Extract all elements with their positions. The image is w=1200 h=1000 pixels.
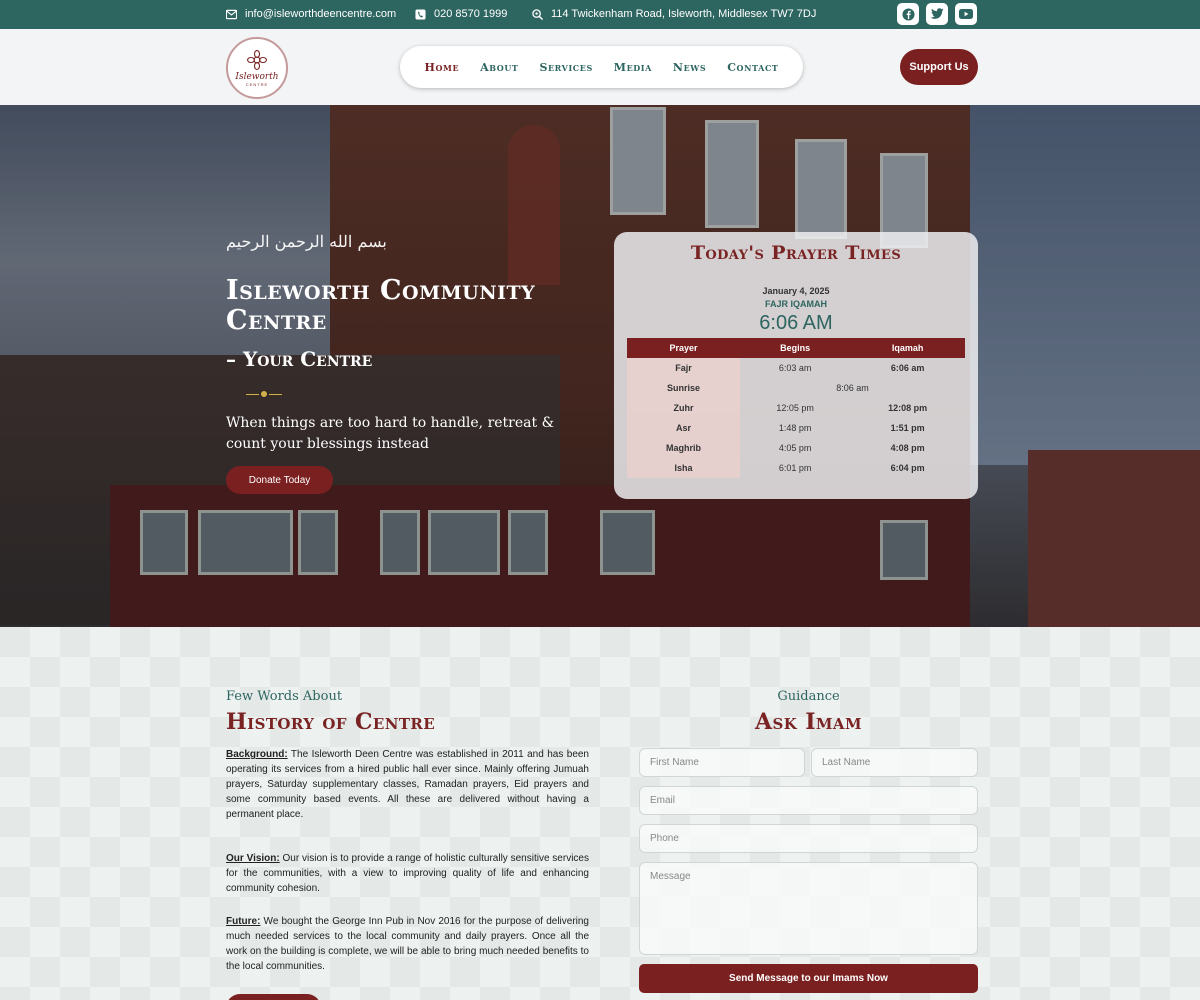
- prayer-name: Maghrib: [627, 438, 740, 458]
- nav-news[interactable]: News: [673, 61, 706, 74]
- nav-services[interactable]: Services: [539, 61, 592, 74]
- prayer-times-table: Prayer Begins Iqamah Fajr 6:03 am 6:06 a…: [627, 338, 965, 478]
- future-label: Future:: [226, 916, 261, 927]
- email-field[interactable]: Email: [639, 786, 978, 815]
- prayer-iqamah: 1:51 pm: [890, 423, 925, 433]
- future-text: We bought the George Inn Pub in Nov 2016…: [226, 916, 589, 972]
- prayer-iqamah: 6:04 pm: [890, 463, 925, 473]
- top-contact-bar: info@isleworthdeencentre.com 020 8570 19…: [0, 0, 1200, 29]
- facebook-icon: [901, 7, 915, 21]
- search-location-icon: [532, 8, 543, 20]
- prayer-begins: 1:48 pm: [778, 423, 812, 433]
- logo-wordmark: Isleworth: [235, 72, 279, 82]
- send-message-button[interactable]: Send Message to our Imams Now: [639, 964, 978, 993]
- prayer-name: Sunrise: [627, 378, 740, 398]
- prayer-begins: 6:03 am: [778, 363, 812, 373]
- envelope-icon: [226, 9, 237, 19]
- prayer-begins: 4:05 pm: [778, 443, 812, 453]
- address-contact[interactable]: 114 Twickenham Road, Isleworth, Middlese…: [532, 8, 816, 20]
- nav-about[interactable]: About: [480, 61, 518, 74]
- column-header: Begins: [740, 338, 851, 358]
- ornament-divider: [246, 391, 282, 397]
- future-paragraph: Future: We bought the George Inn Pub in …: [226, 914, 589, 974]
- about-and-contact-section: [0, 627, 1200, 1000]
- table-row: Maghrib 4:05 pm 4:08 pm: [627, 438, 965, 458]
- email-text: info@isleworthdeencentre.com: [245, 8, 397, 20]
- prayer-times-card: Today's Prayer Times January 4, 2025 FAJ…: [614, 232, 978, 499]
- prayer-name: Asr: [627, 418, 740, 438]
- table-row: Isha 6:01 pm 6:04 pm: [627, 458, 965, 478]
- prayer-iqamah: 12:08 pm: [888, 403, 928, 413]
- vision-label: Our Vision:: [226, 853, 280, 864]
- table-row: Zuhr 12:05 pm 12:08 pm: [627, 398, 965, 418]
- nav-media[interactable]: Media: [614, 61, 652, 74]
- prayer-name: Zuhr: [627, 398, 740, 418]
- twitter-link[interactable]: [926, 3, 948, 25]
- background-paragraph: Background: The Isleworth Deen Centre wa…: [226, 747, 589, 822]
- hero-dark-overlay: [0, 105, 1200, 627]
- first-name-field[interactable]: First Name: [639, 748, 805, 777]
- hero-tagline: When things are too hard to handle, retr…: [226, 415, 555, 452]
- hero-banner: [0, 105, 1200, 627]
- history-kicker: Few Words About: [226, 689, 343, 704]
- vision-paragraph: Our Vision: Our vision is to provide a r…: [226, 851, 589, 896]
- imam-title: Ask Imam: [755, 709, 862, 735]
- next-prayer-label: FAJR IQAMAH: [764, 299, 827, 309]
- read-more-button[interactable]: [226, 994, 321, 1000]
- site-logo[interactable]: Isleworth CENTRE: [226, 37, 288, 99]
- prayer-times-title: Today's Prayer Times: [690, 242, 902, 264]
- nav-home[interactable]: Home: [424, 61, 459, 74]
- table-row: Asr 1:48 pm 1:51 pm: [627, 418, 965, 438]
- logo-subtext: CENTRE: [245, 82, 269, 87]
- phone-text: 020 8570 1999: [434, 8, 508, 20]
- main-navigation: Home About Services Media News Contact: [400, 46, 803, 88]
- hero-title: Isleworth Community Centre: [226, 275, 536, 336]
- flower-logo-icon: [247, 50, 267, 70]
- prayer-iqamah: 6:06 am: [890, 363, 925, 373]
- prayer-iqamah: 4:08 pm: [890, 443, 925, 453]
- next-prayer-time: 6:06 AM: [759, 312, 833, 334]
- phone-field[interactable]: Phone: [639, 824, 978, 853]
- vision-text: Our vision is to provide a range of holi…: [226, 853, 589, 894]
- prayer-name: Fajr: [627, 358, 740, 378]
- prayer-name: Isha: [627, 458, 740, 478]
- youtube-link[interactable]: [955, 3, 977, 25]
- phone-contact[interactable]: 020 8570 1999: [415, 8, 507, 20]
- prayer-date: January 4, 2025: [762, 286, 830, 296]
- column-header: Prayer: [627, 338, 740, 358]
- background-label: Background:: [226, 749, 288, 760]
- prayer-begins: 6:01 pm: [778, 463, 812, 473]
- address-text: 114 Twickenham Road, Isleworth, Middlese…: [551, 8, 817, 20]
- nav-contact[interactable]: Contact: [727, 61, 778, 74]
- message-field[interactable]: Message: [639, 862, 978, 955]
- phone-icon: [415, 8, 426, 20]
- facebook-link[interactable]: [897, 3, 919, 25]
- donate-today-button[interactable]: Donate Today: [226, 466, 333, 494]
- site-header: Isleworth CENTRE Home About Services Med…: [0, 29, 1200, 105]
- prayer-begins: 12:05 pm: [776, 403, 814, 413]
- youtube-icon: [959, 9, 973, 19]
- hero-subtitle: – Your Centre: [226, 347, 373, 371]
- table-row: Sunrise 8:06 am: [627, 378, 965, 398]
- email-contact[interactable]: info@isleworthdeencentre.com: [226, 8, 396, 20]
- history-title: History of Centre: [226, 709, 436, 735]
- table-header-row: Prayer Begins Iqamah: [627, 338, 965, 358]
- bismillah-calligraphy: بسم الله الرحمن الرحيم: [226, 232, 387, 251]
- imam-kicker: Guidance: [777, 689, 840, 704]
- last-name-field[interactable]: Last Name: [811, 748, 978, 777]
- prayer-begins: 8:06 am: [836, 383, 869, 393]
- table-row: Fajr 6:03 am 6:06 am: [627, 358, 965, 378]
- support-us-button[interactable]: Support Us: [900, 49, 978, 85]
- column-header: Iqamah: [850, 338, 965, 358]
- twitter-icon: [930, 8, 944, 19]
